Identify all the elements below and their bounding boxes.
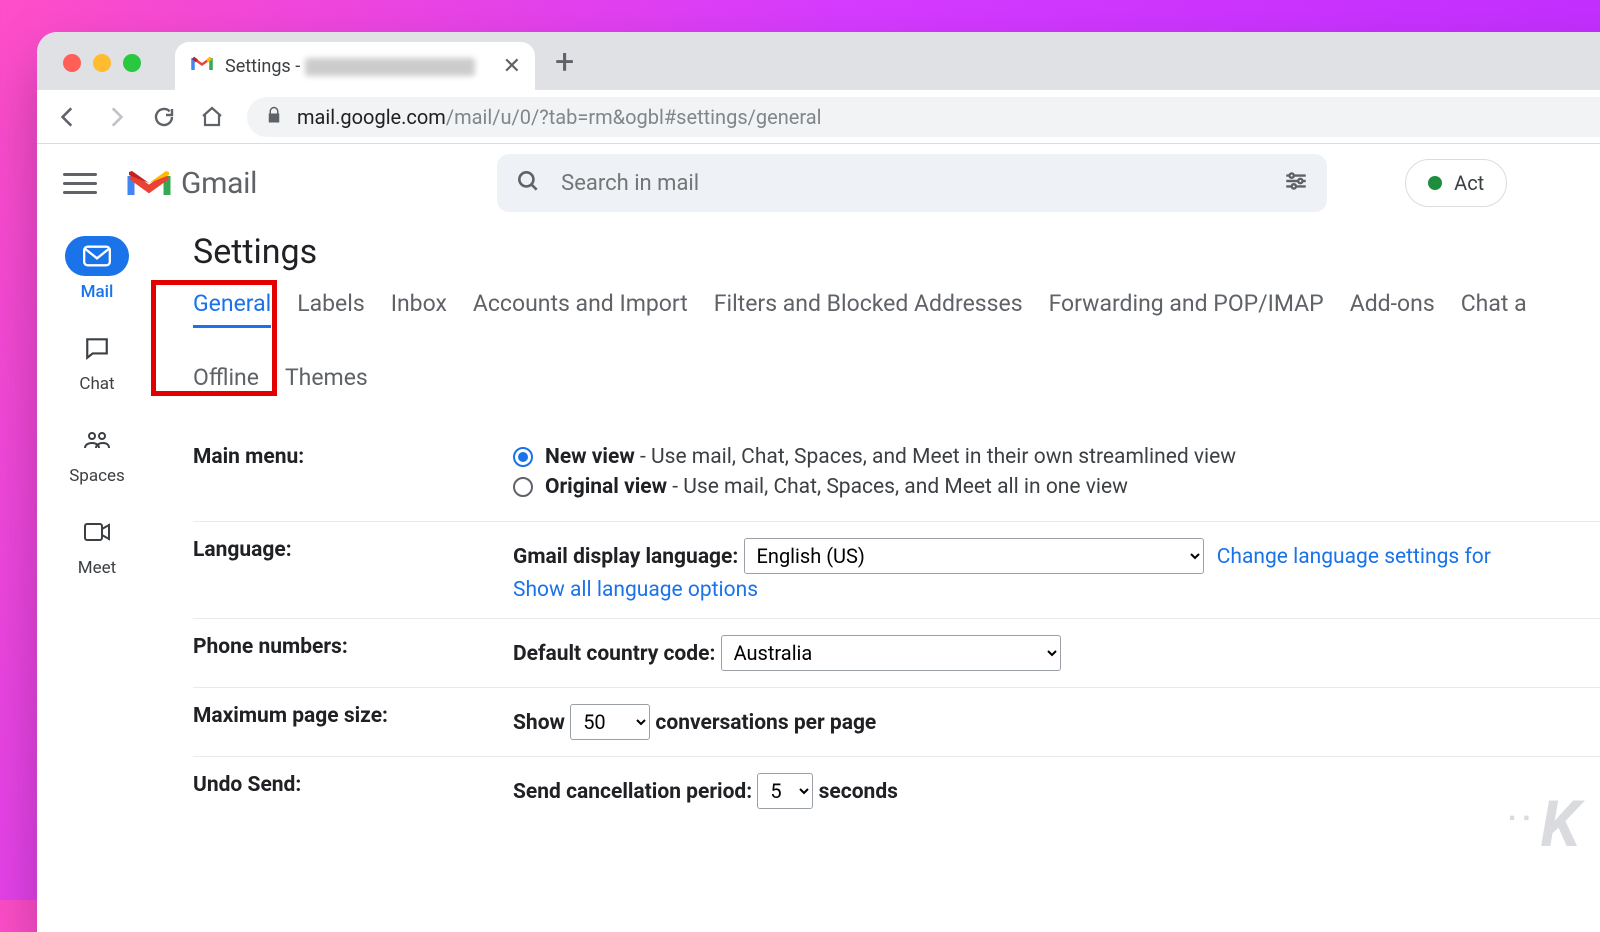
tab-filters[interactable]: Filters and Blocked Addresses [714,290,1023,328]
new-tab-button[interactable]: + [555,42,574,90]
display-language-label: Gmail display language: [513,545,744,569]
setting-label: Maximum page size: [193,704,513,740]
tab-labels[interactable]: Labels [297,290,364,328]
country-code-select[interactable]: Australia [721,635,1061,671]
status-label: Act [1454,171,1484,195]
page-size-prefix: Show [513,711,570,735]
rail-label: Spaces [69,466,125,486]
setting-row-undo-send: Undo Send: Send cancellation period: 5 s… [193,757,1600,825]
content-area: Mail Chat Spaces Meet Settings General L… [37,222,1600,932]
show-all-languages-link[interactable]: Show all language options [513,578,1600,602]
change-language-link[interactable]: Change language settings for [1217,545,1491,569]
close-tab-button[interactable]: ✕ [503,54,521,79]
left-rail: Mail Chat Spaces Meet [37,222,157,932]
undo-period-select[interactable]: 5 [757,773,813,809]
search-options-icon[interactable] [1283,168,1309,198]
main-menu-button[interactable] [63,173,97,194]
undo-prefix: Send cancellation period: [513,780,757,804]
reload-button[interactable] [151,104,177,130]
tab-title: Settings - [225,56,475,77]
page-size-select[interactable]: 50 [570,704,650,740]
setting-row-phone: Phone numbers: Default country code: Aus… [193,619,1600,688]
search-input[interactable] [561,171,1263,196]
rail-label: Meet [78,558,116,578]
setting-label: Phone numbers: [193,635,513,671]
gmail-logo[interactable]: Gmail [127,166,257,201]
tab-strip: Settings - ✕ + [37,32,1600,90]
tab-general[interactable]: General [193,290,271,328]
option-desc: - Use mail, Chat, Spaces, and Meet all i… [667,475,1128,499]
rail-item-chat[interactable]: Chat [65,328,129,394]
undo-suffix: seconds [819,780,898,804]
option-desc: - Use mail, Chat, Spaces, and Meet in th… [635,445,1236,469]
radio-icon [513,477,533,497]
display-language-select[interactable]: English (US) [744,538,1204,574]
tab-chat[interactable]: Chat a [1461,290,1527,328]
gmail-wordmark: Gmail [181,166,257,201]
rail-item-mail[interactable]: Mail [65,236,129,302]
setting-label: Language: [193,538,513,602]
tab-addons[interactable]: Add-ons [1350,290,1435,328]
browser-tab[interactable]: Settings - ✕ [175,42,535,90]
presence-dot-icon [1428,176,1442,190]
address-bar[interactable]: mail.google.com/mail/u/0/?tab=rm&ogbl#se… [247,97,1600,137]
rail-item-spaces[interactable]: Spaces [65,420,129,486]
window-controls [37,54,141,90]
browser-toolbar: mail.google.com/mail/u/0/?tab=rm&ogbl#se… [37,90,1600,144]
setting-label: Undo Send: [193,773,513,809]
back-button[interactable] [55,104,81,130]
tab-offline[interactable]: Offline [193,364,259,399]
gmail-favicon-icon [191,56,213,76]
close-window-button[interactable] [63,54,81,72]
status-chip[interactable]: Act [1405,159,1507,207]
main-menu-new-view-option[interactable]: New view - Use mail, Chat, Spaces, and M… [513,445,1600,469]
maximize-window-button[interactable] [123,54,141,72]
lock-icon [265,105,283,129]
spaces-icon [65,420,129,460]
setting-row-main-menu: Main menu: New view - Use mail, Chat, Sp… [193,429,1600,522]
rail-item-meet[interactable]: Meet [65,512,129,578]
url-text: mail.google.com/mail/u/0/?tab=rm&ogbl#se… [297,105,822,129]
option-title: Original view [545,475,667,499]
search-icon [515,168,541,198]
browser-window: Settings - ✕ + mail.google.com/mail/u/0/… [37,32,1600,932]
tab-inbox[interactable]: Inbox [391,290,447,328]
rail-label: Chat [79,374,114,394]
forward-button [103,104,129,130]
settings-tabs: General Labels Inbox Accounts and Import… [193,290,1593,399]
country-code-label: Default country code: [513,642,721,666]
meet-icon [65,512,129,552]
gmail-header: Gmail Act [37,144,1600,222]
radio-icon [513,447,533,467]
tab-title-redacted [305,58,475,76]
option-title: New view [545,445,635,469]
main-menu-original-view-option[interactable]: Original view - Use mail, Chat, Spaces, … [513,475,1600,499]
rail-label: Mail [81,282,114,302]
page-title: Settings [193,232,1600,272]
page-size-suffix: conversations per page [655,711,876,735]
settings-panel: Settings General Labels Inbox Accounts a… [157,222,1600,932]
tab-themes[interactable]: Themes [285,364,368,399]
gmail-logo-icon [127,166,171,200]
setting-row-page-size: Maximum page size: Show 50 conversations… [193,688,1600,757]
tab-accounts[interactable]: Accounts and Import [473,290,688,328]
setting-label: Main menu: [193,445,513,505]
tab-forwarding[interactable]: Forwarding and POP/IMAP [1049,290,1324,328]
home-button[interactable] [199,104,225,130]
chat-icon [65,328,129,368]
search-bar[interactable] [497,154,1327,212]
setting-row-language: Language: Gmail display language: Englis… [193,522,1600,619]
mail-icon [65,236,129,276]
settings-body: Main menu: New view - Use mail, Chat, Sp… [193,429,1600,825]
minimize-window-button[interactable] [93,54,111,72]
